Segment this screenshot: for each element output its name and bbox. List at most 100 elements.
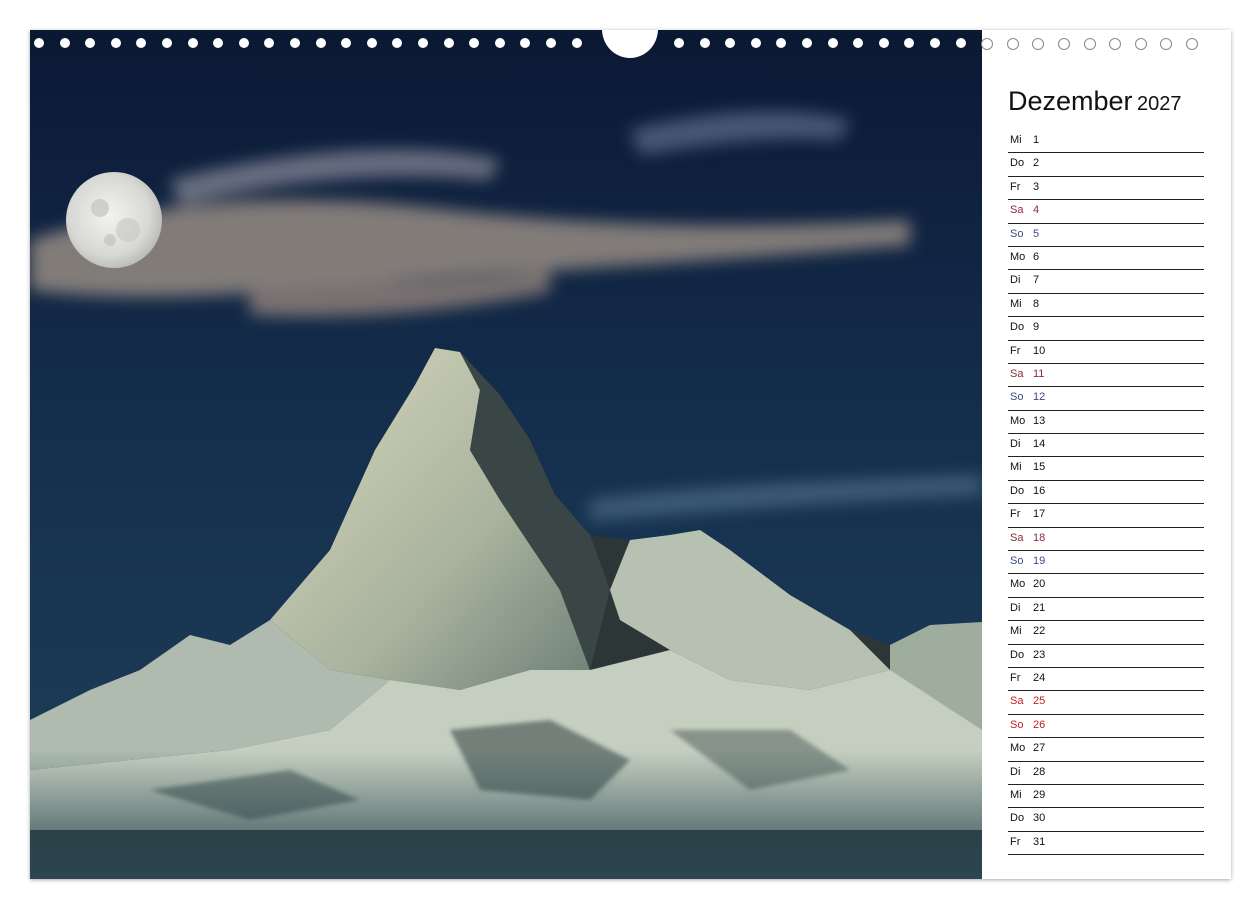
day-weekday: So bbox=[1010, 227, 1024, 240]
day-number: 1 bbox=[1033, 134, 1040, 146]
binding-ring bbox=[59, 38, 70, 48]
day-weekday: Fr bbox=[1010, 344, 1021, 357]
day-weekday: Mo bbox=[1010, 250, 1026, 263]
day-number: 4 bbox=[1033, 204, 1040, 217]
day-row: Mo 6 bbox=[1008, 247, 1204, 271]
day-row: Mo 20 bbox=[1008, 574, 1204, 598]
day-weekday: Do bbox=[1010, 157, 1025, 170]
day-number: 31 bbox=[1033, 835, 1046, 848]
day-row: Fr 3 bbox=[1008, 177, 1204, 201]
binding-ring bbox=[1134, 38, 1147, 50]
day-number: 12 bbox=[1033, 391, 1046, 404]
binding-ring bbox=[878, 38, 889, 48]
binding-ring bbox=[443, 38, 454, 48]
day-number: 25 bbox=[1033, 695, 1046, 708]
day-number: 22 bbox=[1033, 625, 1046, 638]
day-row: Sa 18 bbox=[1008, 528, 1204, 552]
binding-ring bbox=[290, 38, 300, 48]
day-weekday: Do bbox=[1010, 321, 1025, 334]
day-number: 26 bbox=[1033, 718, 1046, 731]
binding-ring bbox=[469, 38, 480, 48]
binding-ring bbox=[520, 38, 531, 48]
binding-ring bbox=[1109, 38, 1122, 50]
day-number: 17 bbox=[1033, 508, 1046, 521]
day-row: So 19 bbox=[1008, 551, 1204, 575]
day-weekday: Fr bbox=[1010, 508, 1021, 521]
binding-ring bbox=[571, 38, 582, 48]
day-row: Mi 8 bbox=[1008, 294, 1204, 318]
calendar-sidebar: Dezember 2027 Mi 1 Do 2 Fr 3 Sa 4 So 5 Mo 6 Di 7 Mi 8 Do… bbox=[982, 30, 1231, 879]
day-weekday: Do bbox=[1010, 484, 1025, 497]
day-number: 9 bbox=[1033, 321, 1040, 334]
binding-ring bbox=[1006, 38, 1019, 50]
binding-ring bbox=[674, 38, 684, 48]
day-row: Do 2 bbox=[1008, 153, 1204, 177]
day-weekday: Do bbox=[1010, 648, 1025, 661]
day-row: So 12 bbox=[1008, 387, 1204, 411]
day-row: Fr 31 bbox=[1008, 832, 1204, 856]
day-row: Fr 24 bbox=[1008, 668, 1204, 692]
binding-ring bbox=[366, 38, 377, 48]
day-weekday: Mo bbox=[1010, 578, 1026, 591]
binding-ring bbox=[1083, 38, 1096, 50]
binding-ring bbox=[930, 38, 940, 48]
day-row: Di 14 bbox=[1008, 434, 1204, 458]
day-weekday: Di bbox=[1010, 601, 1021, 614]
binding-ring bbox=[162, 38, 172, 48]
day-number: 5 bbox=[1033, 227, 1040, 240]
day-row: Di 21 bbox=[1008, 598, 1204, 622]
day-row: Di 28 bbox=[1008, 762, 1204, 785]
day-number: 30 bbox=[1033, 812, 1046, 825]
binding-ring bbox=[750, 38, 761, 48]
day-weekday: Mi bbox=[1010, 134, 1022, 146]
day-row: So 26 bbox=[1008, 715, 1204, 739]
day-weekday: Mi bbox=[1010, 297, 1022, 310]
binding-ring bbox=[85, 38, 96, 48]
binding-ring bbox=[34, 38, 44, 48]
day-weekday: So bbox=[1010, 718, 1024, 731]
day-number: 16 bbox=[1033, 484, 1046, 497]
day-number: 6 bbox=[1033, 250, 1040, 263]
binding-ring bbox=[238, 38, 249, 48]
binding-ring bbox=[187, 38, 198, 48]
day-number: 7 bbox=[1033, 274, 1040, 287]
day-number: 24 bbox=[1033, 671, 1046, 684]
day-weekday: Mi bbox=[1010, 461, 1022, 474]
day-number: 8 bbox=[1033, 297, 1040, 310]
binding-ring bbox=[392, 38, 403, 48]
month-title: Dezember 2027 bbox=[1008, 86, 1182, 117]
day-weekday: Sa bbox=[1010, 204, 1024, 217]
binding-ring bbox=[853, 38, 864, 48]
binding-ring bbox=[418, 38, 428, 48]
binding-ring bbox=[136, 38, 147, 48]
binding-ring bbox=[213, 38, 224, 48]
binding-ring bbox=[1058, 38, 1070, 50]
binding-ring bbox=[827, 38, 838, 48]
day-number: 13 bbox=[1033, 414, 1046, 427]
day-weekday: Fr bbox=[1010, 180, 1021, 193]
day-weekday: Di bbox=[1010, 765, 1021, 778]
day-weekday: Di bbox=[1010, 274, 1021, 287]
binding-ring bbox=[110, 38, 121, 48]
day-number: 27 bbox=[1033, 742, 1046, 755]
day-weekday: Sa bbox=[1010, 695, 1024, 708]
binding-ring bbox=[699, 38, 710, 48]
day-row: So 5 bbox=[1008, 224, 1204, 247]
day-number: 19 bbox=[1033, 555, 1046, 568]
binding-ring bbox=[264, 38, 275, 48]
full-moon bbox=[66, 172, 162, 268]
month-name: Dezember bbox=[1008, 86, 1133, 116]
day-number: 20 bbox=[1033, 578, 1046, 591]
day-weekday: Mi bbox=[1010, 788, 1022, 801]
day-weekday: Di bbox=[1010, 438, 1021, 451]
day-row: Mi 29 bbox=[1008, 785, 1204, 809]
day-weekday: Do bbox=[1010, 812, 1025, 825]
day-weekday: Fr bbox=[1010, 835, 1021, 848]
binding-ring bbox=[725, 38, 736, 48]
month-photo bbox=[30, 30, 982, 879]
day-row: Mo 13 bbox=[1008, 411, 1204, 435]
day-row: Fr 17 bbox=[1008, 504, 1204, 528]
day-row: Do 16 bbox=[1008, 481, 1204, 505]
binding-ring bbox=[1032, 38, 1045, 50]
day-weekday: Mo bbox=[1010, 742, 1026, 755]
